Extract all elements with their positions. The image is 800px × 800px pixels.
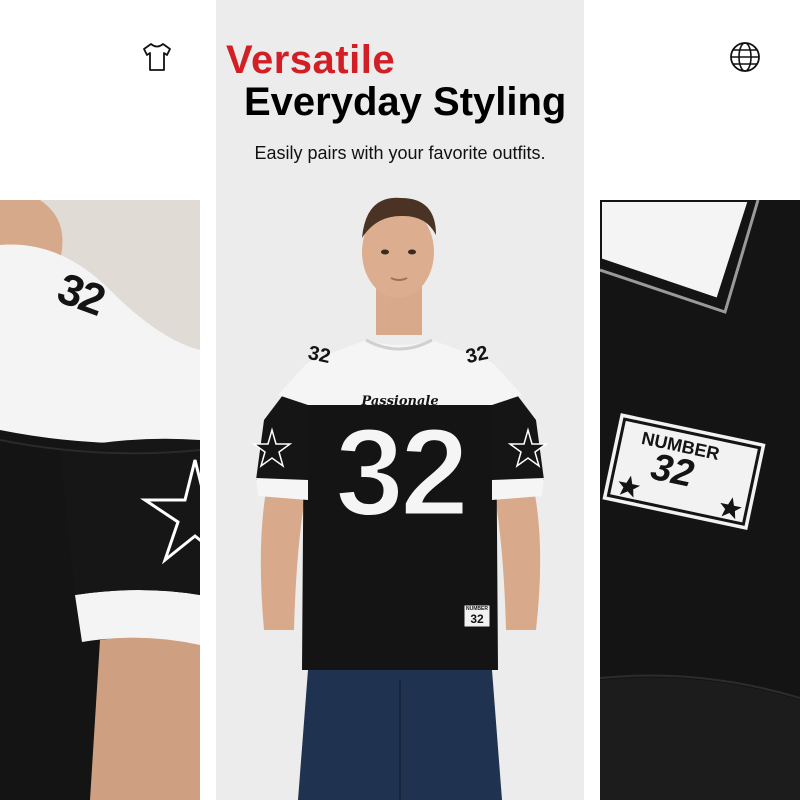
tag-detail-image: NUMBER 32 (600, 200, 800, 800)
globe-icon (728, 40, 762, 74)
sleeve-detail-image: 32 (0, 200, 200, 800)
hem-tag-number: 32 (470, 612, 484, 626)
front-number: 32 (334, 403, 471, 544)
model-photo: 32 32 Passionale 32 NUMBER 32 (216, 190, 584, 800)
headline-main: Everyday Styling (244, 80, 567, 124)
subtitle: Easily pairs with your favorite outfits. (254, 143, 546, 163)
shoulder-number-left: 32 (306, 341, 333, 369)
headline-accent: Versatile (226, 38, 396, 82)
shoulder-number-right: 32 (463, 341, 491, 369)
tshirt-icon (140, 40, 174, 74)
tag-number: 32 (647, 446, 698, 496)
